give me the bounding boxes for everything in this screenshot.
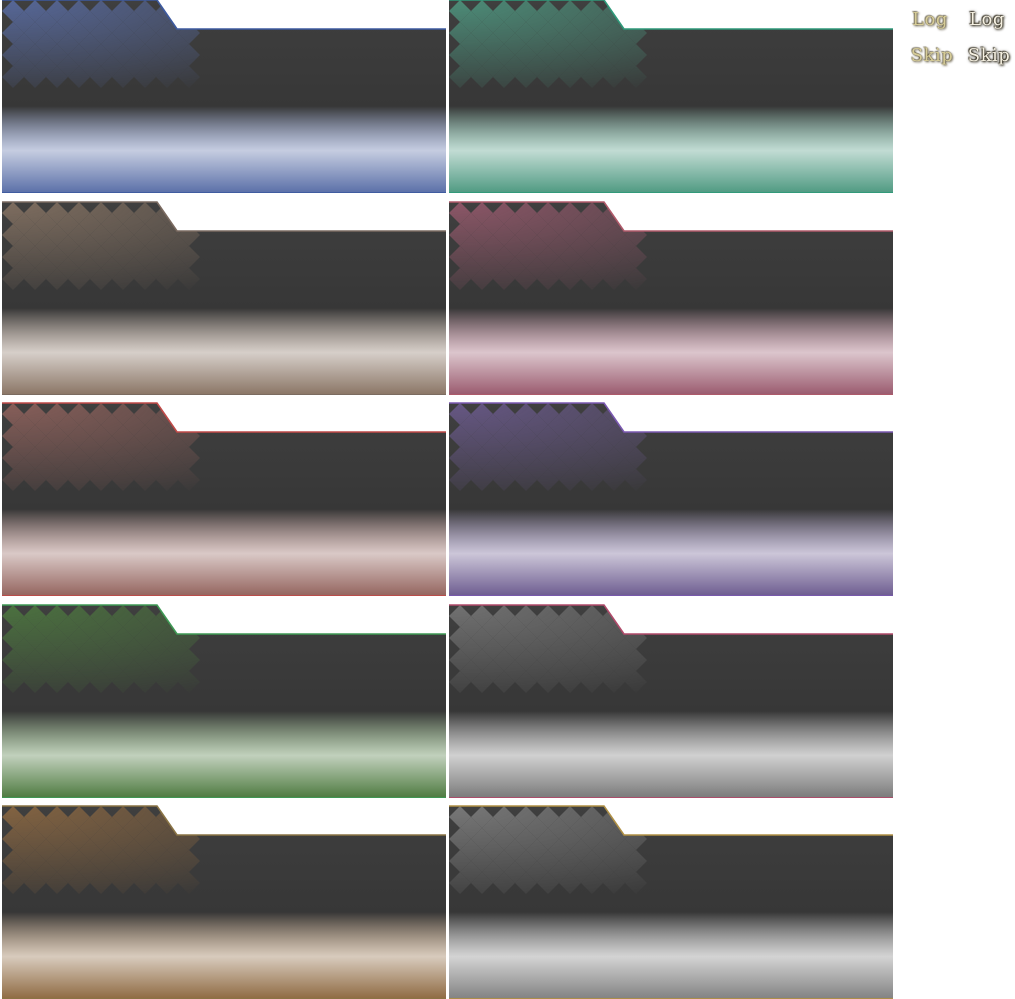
window-skin-sheet: [0, 0, 900, 999]
window-panel-gray: [449, 604, 893, 798]
diamond-pattern: [449, 605, 647, 693]
diamond-pattern: [2, 605, 200, 693]
window-panel-silver: [449, 805, 893, 999]
window-panel-taupe: [2, 201, 446, 395]
window-panel-violet: [449, 402, 893, 596]
window-panel-amber: [2, 805, 446, 999]
diamond-pattern: [449, 202, 647, 290]
skip-button-normal[interactable]: Skip: [904, 45, 960, 67]
window-panel-rose: [449, 201, 893, 395]
diamond-pattern: [2, 403, 200, 491]
skip-button-active[interactable]: Skip: [961, 45, 1015, 67]
window-panel-blue: [2, 0, 446, 193]
window-panel-green: [2, 604, 446, 798]
diamond-pattern: [449, 806, 647, 894]
diamond-pattern: [2, 806, 200, 894]
log-button-normal[interactable]: Log: [902, 9, 958, 31]
diamond-pattern: [2, 0, 200, 88]
diamond-pattern: [2, 202, 200, 290]
window-panel-teal: [449, 0, 893, 193]
window-panel-red: [2, 402, 446, 596]
log-button-active[interactable]: Log: [959, 9, 1015, 31]
diamond-pattern: [449, 0, 647, 88]
button-sheet: Log Log Skip Skip: [902, 0, 1015, 80]
diamond-pattern: [449, 403, 647, 491]
